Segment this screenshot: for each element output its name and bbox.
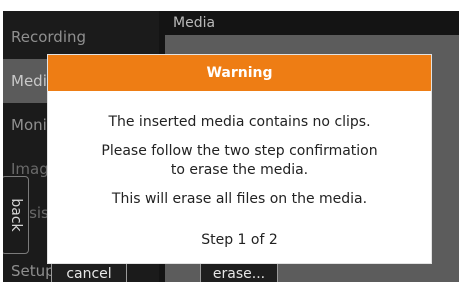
back-button[interactable]: back [3,176,29,254]
dialog-message-erase-media: to erase the media. [170,162,309,178]
dialog-message-confirmation: Please follow the two step confirmation [101,143,378,159]
dialog-message-no-clips: The inserted media contains no clips. [108,114,371,130]
warning-dialog: Warning The inserted media contains no c… [48,55,431,263]
dialog-step-indicator: Step 1 of 2 [201,232,278,248]
screen: Recording Media Monitor Image Assist Set… [3,11,459,282]
back-label: back [8,198,24,232]
panel-title: Media [165,11,459,35]
dialog-title: Warning [48,55,431,91]
sidebar-item-recording[interactable]: Recording [3,15,159,59]
dialog-message-erase-files: This will erase all files on the media. [111,191,368,207]
